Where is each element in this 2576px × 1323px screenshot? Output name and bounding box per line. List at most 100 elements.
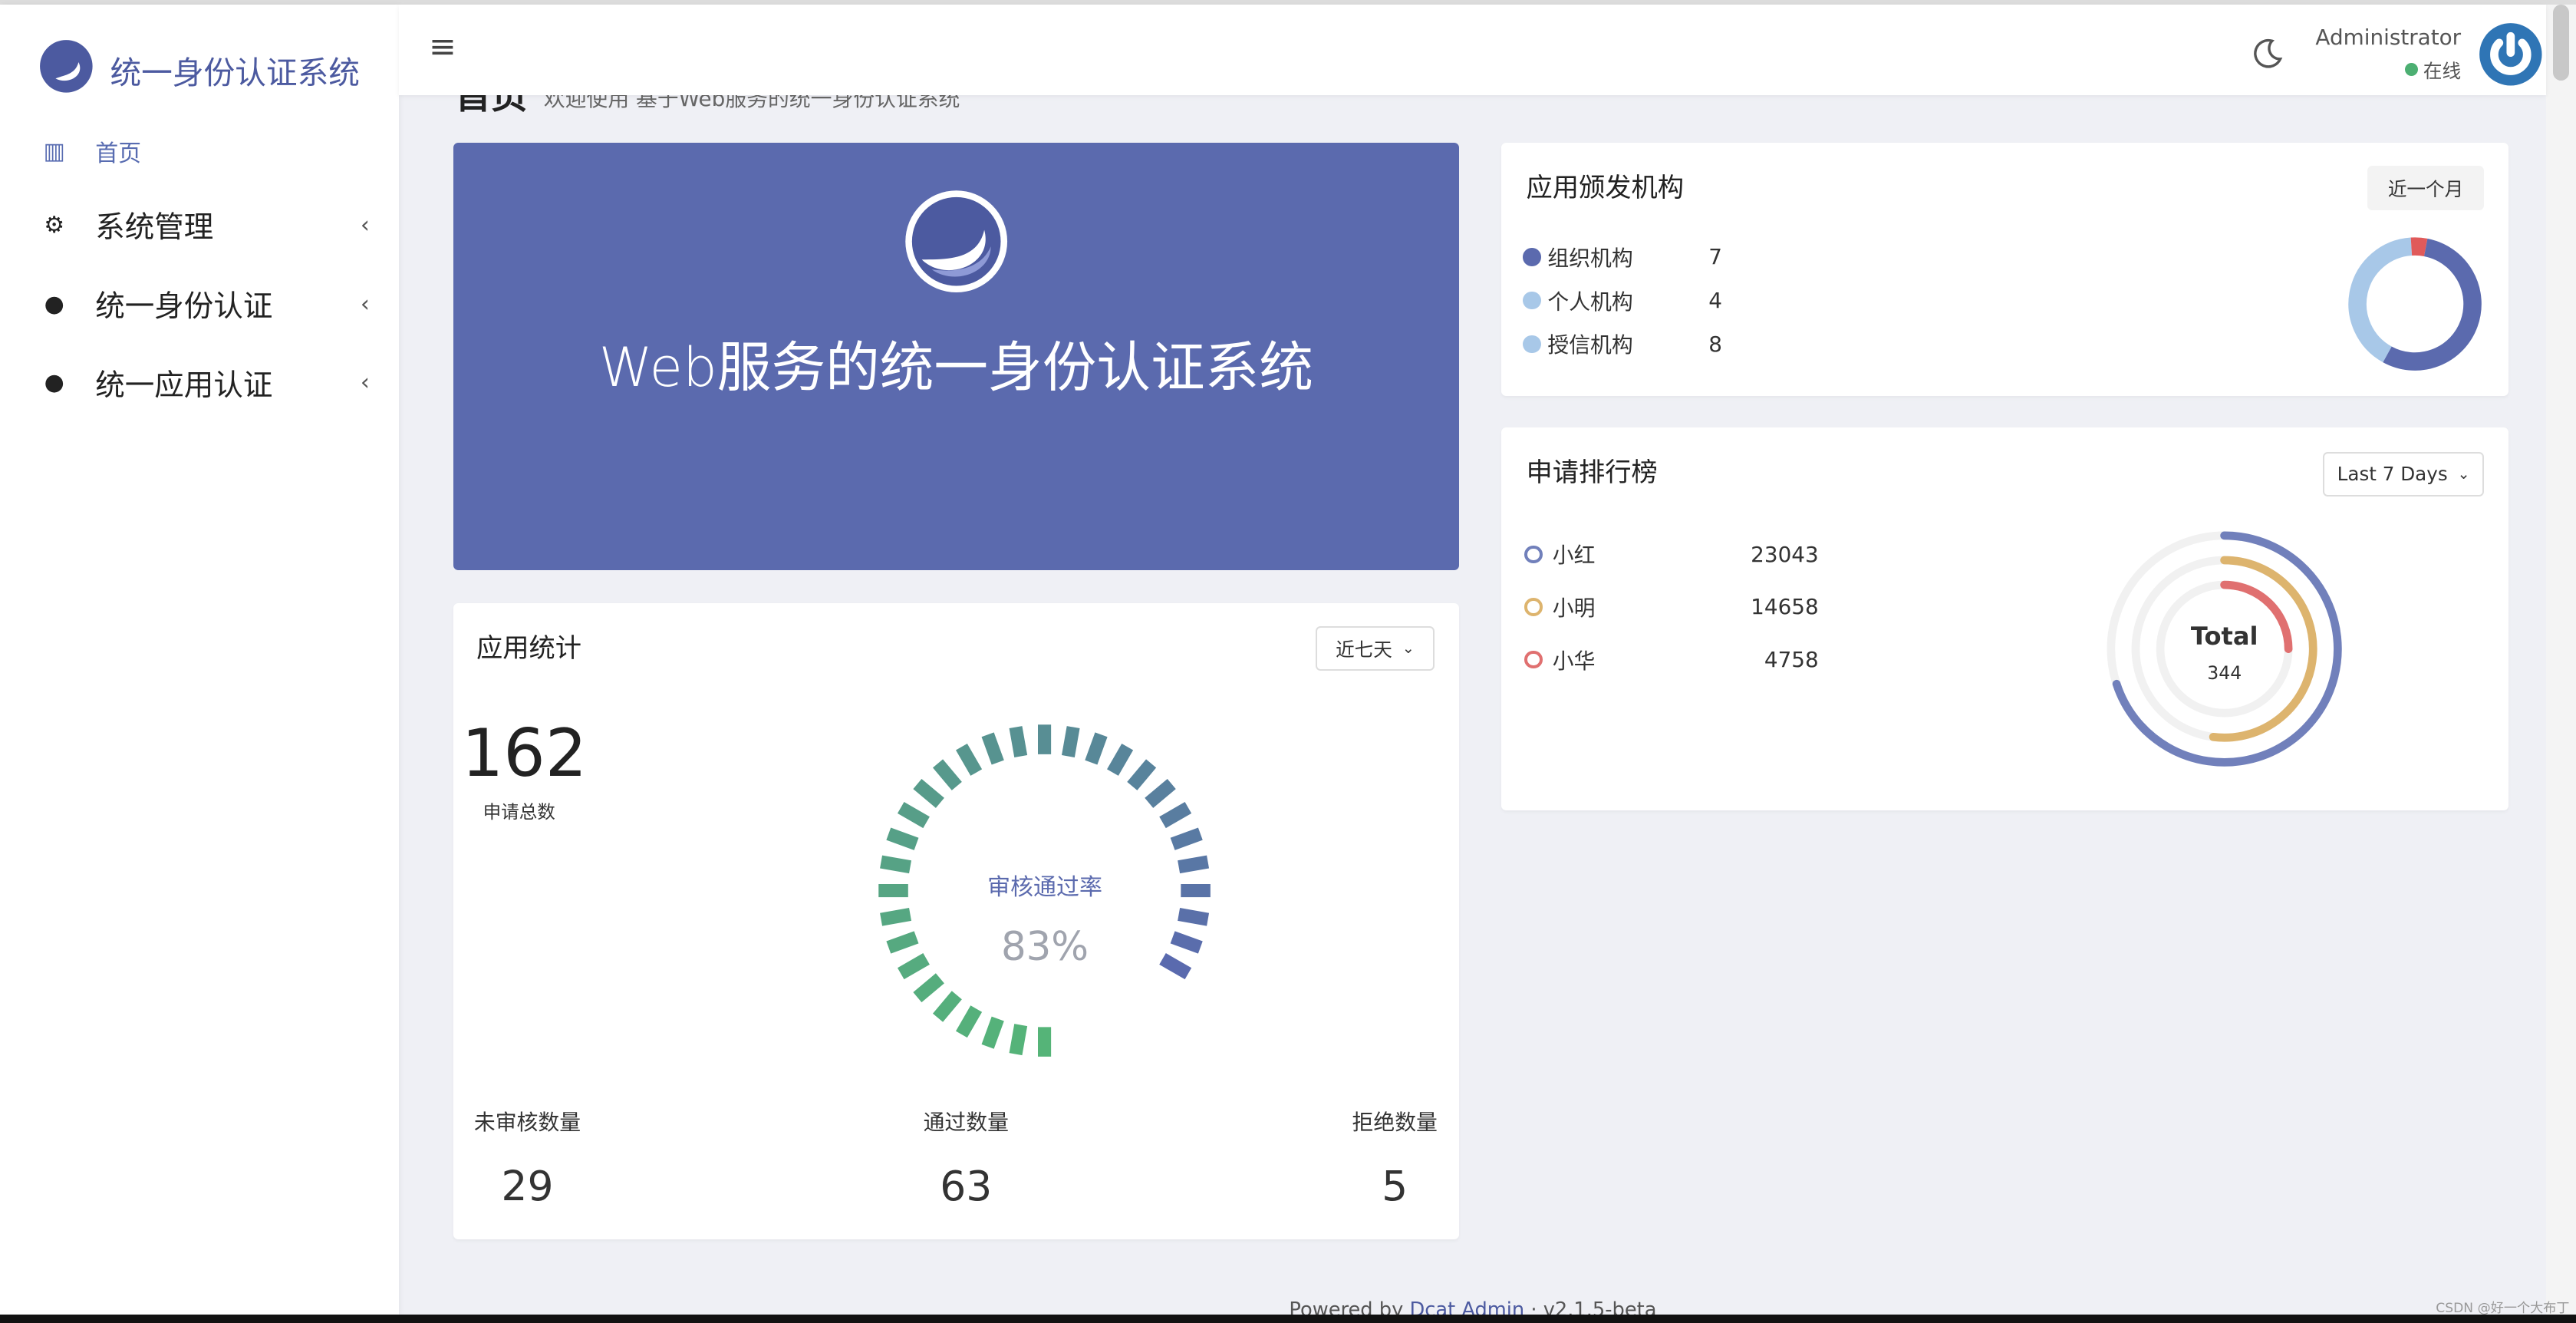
ranking-value: 4758 xyxy=(1764,647,1819,672)
brand-title: 统一身份认证系统 xyxy=(110,54,360,92)
range-select-value: 近七天 xyxy=(1336,638,1392,661)
gauge-segment xyxy=(956,1005,983,1038)
chevron-down-icon: ⌄ xyxy=(2457,465,2470,483)
scrollbar-thumb[interactable] xyxy=(2553,5,2570,81)
ranking-name: 小华 xyxy=(1552,648,1596,674)
ranking-name: 小红 xyxy=(1552,543,1596,569)
total-applications-label: 申请总数 xyxy=(483,800,555,823)
range-button[interactable]: 近一个月 xyxy=(2367,166,2485,211)
gauge-segment xyxy=(880,855,912,874)
range-select[interactable]: Last 7 Days ⌄ xyxy=(2323,451,2485,497)
gauge-segment xyxy=(982,1016,1005,1049)
gauge-label: 审核通过率 xyxy=(987,873,1102,901)
gauge-segment xyxy=(886,827,919,850)
gear-icon: ⚙ xyxy=(44,211,65,239)
user-name[interactable]: Administrator xyxy=(2315,25,2461,50)
link-role-management[interactable]: 角色管理 xyxy=(1128,608,1276,638)
ranking-name: 小明 xyxy=(1552,595,1596,621)
radial-center-value: 344 xyxy=(2207,662,2242,685)
user-secret-icon: ● xyxy=(44,369,64,397)
range-button-label: 近一个月 xyxy=(2387,178,2464,201)
card-title: 应用颁发机构 xyxy=(1526,173,1685,204)
legend-label: 授信机构 xyxy=(1547,332,1633,358)
approved-label: 通过数量 xyxy=(923,1110,1009,1136)
gauge-segment xyxy=(1178,855,1210,874)
gauge-segment xyxy=(1085,732,1108,765)
gauge-segment xyxy=(880,908,912,926)
legend-label: 个人机构 xyxy=(1547,289,1633,315)
sidebar-item-label: 统一身份认证 xyxy=(95,289,273,325)
radial-center-label: Total xyxy=(2190,621,2258,651)
rejected-value: 5 xyxy=(1382,1162,1408,1211)
link-user-management[interactable]: 用户管理 xyxy=(799,608,947,638)
legend-value: 4 xyxy=(1708,288,1722,314)
brand-logo-icon xyxy=(40,40,93,93)
chevron-left-icon: ‹ xyxy=(360,211,370,239)
sidebar-item-system[interactable]: ⚙ 系统管理 ‹ xyxy=(39,200,376,249)
gauge-segment xyxy=(913,779,945,809)
gauge-segment xyxy=(1145,779,1177,809)
approved-value: 63 xyxy=(940,1162,993,1211)
rejected-label: 拒绝数量 xyxy=(1352,1110,1438,1136)
range-select[interactable]: 近七天 ⌄ xyxy=(1316,625,1435,671)
ranking-card: 申请排行榜 Last 7 Days ⌄ Total 344 小红 23043 小明 14… xyxy=(1501,427,2509,810)
legend-dot-icon xyxy=(1523,248,1541,266)
banner-title: Web服务的统一身份认证系统 xyxy=(598,335,1314,399)
legend-item[interactable]: 个人机构 4 xyxy=(1523,285,1722,316)
sidebar-item-identity[interactable]: ● 统一身份认证 ‹ xyxy=(39,279,376,328)
gauge-segment xyxy=(1010,726,1028,758)
sidebar: 统一身份认证系统 ▥ 首页 ⚙ 系统管理 ‹ ● 统一身份认证 ‹ ● 统一应用… xyxy=(0,5,400,1315)
gauge-segment xyxy=(956,744,983,777)
gauge-segment xyxy=(1171,827,1204,850)
top-navbar: ≡ Administrator 在线 xyxy=(399,5,2547,96)
gauge-segment xyxy=(1178,908,1210,926)
gauge-value: 83% xyxy=(1000,923,1089,970)
donut-slice-组织机构 xyxy=(2383,238,2482,371)
legend-label: 组织机构 xyxy=(1547,245,1633,271)
gauge-segment xyxy=(1107,744,1134,777)
chevron-down-icon: ⌄ xyxy=(1402,639,1415,658)
screen-bottom-edge xyxy=(0,1315,2576,1323)
sidebar-item-label: 系统管理 xyxy=(95,210,214,246)
link-permission-management[interactable]: 权限管理 xyxy=(964,608,1112,638)
status-text: 在线 xyxy=(2423,59,2462,82)
online-dot-icon xyxy=(2405,63,2419,77)
total-applications: 162 xyxy=(461,714,588,792)
pending-value: 29 xyxy=(501,1162,554,1211)
user-status: 在线 xyxy=(2405,56,2461,84)
user-secret-icon: ● xyxy=(44,290,64,318)
chevron-left-icon: ‹ xyxy=(360,290,370,318)
gauge-segment xyxy=(898,802,931,829)
sidebar-item-app-auth[interactable]: ● 统一应用认证 ‹ xyxy=(39,358,376,407)
legend-item[interactable]: 授信机构 8 xyxy=(1523,328,1722,359)
sidebar-item-home[interactable]: ▥ 首页 xyxy=(39,127,376,176)
app-stats-card: 应用统计 近七天 ⌄ 162 申请总数 审核通过率 83% 未审核数量 29 通过… xyxy=(453,602,1459,1239)
sidebar-item-label: 统一应用认证 xyxy=(95,368,273,403)
legend-ring-icon xyxy=(1524,650,1543,669)
gauge-segment xyxy=(1127,759,1157,791)
welcome-banner: Web服务的统一身份认证系统 应用管理 用户管理 权限管理 角色管理 xyxy=(453,143,1459,633)
donut-slice-授信机构 xyxy=(2410,237,2428,257)
avatar[interactable] xyxy=(2478,21,2544,87)
donut-slice-个人机构 xyxy=(2348,237,2413,363)
link-app-management[interactable]: 应用管理 xyxy=(634,608,782,638)
ranking-item: 小红 23043 xyxy=(1524,539,1819,569)
card-title: 应用统计 xyxy=(476,632,582,664)
bar-chart-icon: ▥ xyxy=(43,137,65,165)
gauge-segment xyxy=(1010,1024,1028,1056)
legend-ring-icon xyxy=(1524,598,1543,616)
legend-item[interactable]: 组织机构 7 xyxy=(1523,242,1722,272)
watermark: CSDN @好一个大布丁 xyxy=(2436,1300,2570,1316)
dark-mode-moon-icon[interactable] xyxy=(2251,38,2284,71)
ranking-value: 14658 xyxy=(1751,594,1819,620)
legend-ring-icon xyxy=(1524,545,1543,564)
gauge-segment xyxy=(1159,802,1192,829)
ranking-item: 小华 4758 xyxy=(1524,645,1819,675)
ranking-item: 小明 14658 xyxy=(1524,592,1819,622)
banner-logo-icon xyxy=(905,190,1007,293)
page-scrollbar[interactable] xyxy=(2546,5,2576,1315)
card-title: 申请排行榜 xyxy=(1526,457,1658,488)
legend-value: 7 xyxy=(1708,244,1722,270)
hamburger-menu-icon[interactable]: ≡ xyxy=(429,28,456,66)
gauge-segment xyxy=(913,973,945,1003)
